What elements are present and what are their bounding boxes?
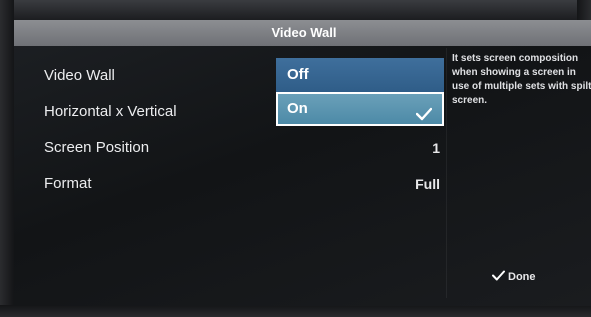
check-icon — [492, 270, 505, 284]
tv-bezel-top — [0, 0, 591, 20]
panel-divider — [446, 48, 447, 298]
tv-screen: Video Wall Video Wall Horizontal x Verti… — [14, 20, 591, 306]
screen-position-value: 1 — [432, 140, 440, 156]
menu-item-video-wall[interactable]: Video Wall — [44, 58, 284, 94]
help-text: It sets screen composition when showing … — [452, 53, 591, 106]
menu-title: Video Wall — [14, 20, 591, 46]
tv-bezel-bottom — [0, 305, 591, 317]
format-value: Full — [415, 176, 440, 192]
menu-item-horizontal-vertical[interactable]: Horizontal x Vertical — [44, 94, 284, 130]
settings-menu: Video Wall Horizontal x Vertical Screen … — [44, 58, 284, 202]
check-icon — [415, 102, 433, 132]
tv-bezel-left — [0, 0, 14, 317]
done-button[interactable]: Done — [492, 270, 536, 284]
menu-item-screen-position[interactable]: Screen Position — [44, 130, 284, 166]
option-on[interactable]: On — [276, 92, 444, 126]
done-label: Done — [508, 271, 536, 283]
option-on-label: On — [287, 100, 308, 117]
option-off[interactable]: Off — [276, 58, 444, 92]
video-wall-dropdown[interactable]: Off On — [276, 58, 444, 126]
menu-item-format[interactable]: Format — [44, 166, 284, 202]
option-off-label: Off — [287, 66, 309, 83]
